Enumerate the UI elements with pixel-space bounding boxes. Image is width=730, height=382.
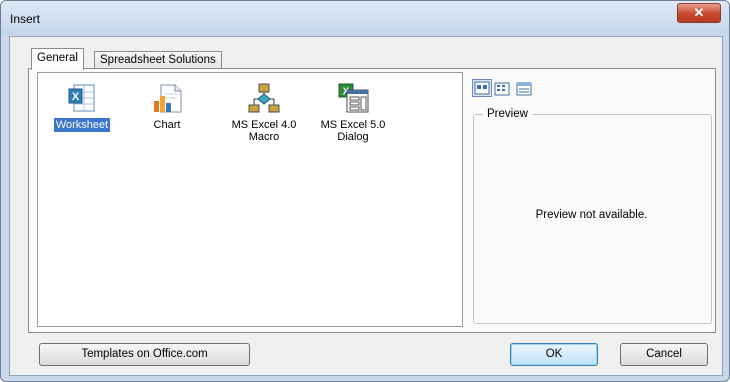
chart-icon bbox=[154, 84, 182, 113]
close-icon: ✕ bbox=[693, 5, 705, 20]
preview-label: Preview bbox=[483, 108, 532, 120]
tab-panel-general: X Worksheet Chart MS Excel 4.0 Macro X M… bbox=[28, 68, 716, 333]
item-label: Chart bbox=[153, 119, 181, 131]
list-icon bbox=[494, 82, 510, 96]
item-label: MS Excel 4.0 Macro bbox=[231, 119, 297, 143]
svg-text:X: X bbox=[72, 91, 80, 103]
details-icon bbox=[516, 82, 532, 96]
list-item-excel4-macro[interactable]: MS Excel 4.0 Macro bbox=[226, 82, 302, 144]
close-button[interactable]: ✕ bbox=[677, 3, 721, 23]
ok-button[interactable]: OK bbox=[510, 343, 598, 366]
list-item-chart[interactable]: Chart bbox=[129, 82, 205, 132]
dialog-sheet-icon: X bbox=[338, 83, 369, 113]
large-icons-icon bbox=[474, 81, 490, 95]
macro-icon bbox=[248, 83, 280, 113]
template-icon-list[interactable]: X Worksheet Chart MS Excel 4.0 Macro X M… bbox=[37, 72, 463, 327]
list-view-button[interactable] bbox=[493, 81, 511, 97]
list-item-worksheet[interactable]: X Worksheet bbox=[44, 82, 120, 132]
insert-dialog: Insert ✕ Spreadsheet Solutions General X bbox=[0, 0, 730, 382]
preview-message: Preview not available. bbox=[535, 209, 648, 221]
details-view-button[interactable] bbox=[515, 81, 533, 97]
list-item-excel5-dialog[interactable]: X MS Excel 5.0 Dialog bbox=[315, 82, 391, 144]
large-icons-view-button[interactable] bbox=[472, 79, 492, 97]
templates-on-office-button[interactable]: Templates on Office.com bbox=[39, 343, 250, 366]
item-label: MS Excel 5.0 Dialog bbox=[320, 119, 386, 143]
item-label: Worksheet bbox=[53, 118, 111, 132]
cancel-button[interactable]: Cancel bbox=[620, 343, 708, 366]
dialog-body: Spreadsheet Solutions General X Workshee… bbox=[9, 36, 723, 376]
dialog-title: Insert bbox=[10, 12, 41, 26]
title-bar[interactable]: Insert ✕ bbox=[1, 1, 729, 35]
worksheet-icon: X bbox=[68, 84, 95, 112]
tab-general[interactable]: General bbox=[31, 48, 84, 70]
